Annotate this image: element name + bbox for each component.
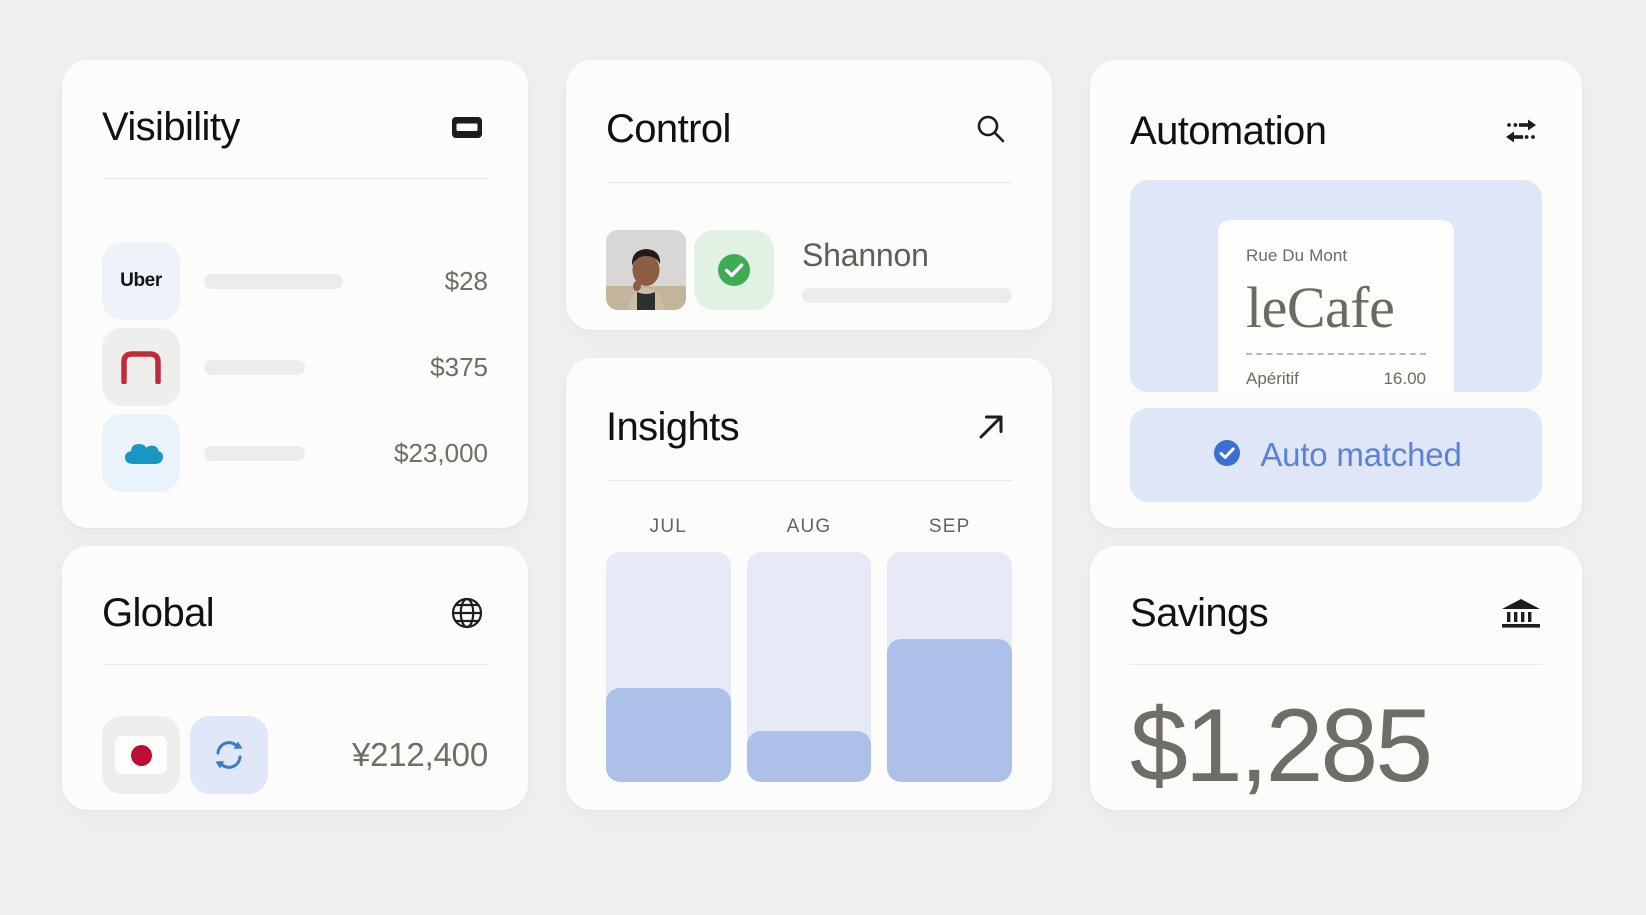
chart-bar-fill: [606, 687, 731, 782]
visibility-divider: [102, 178, 488, 179]
automation-card[interactable]: Automation Rue Du Mont leCafe Apéritif 1…: [1090, 60, 1582, 528]
receipt-street: Rue Du Mont: [1246, 246, 1348, 265]
global-card-header: Global: [102, 582, 488, 644]
receipt-line-item: Apéritif 16.00: [1246, 369, 1426, 389]
table-row[interactable]: Uber $28: [102, 238, 488, 324]
chart-bar-track: [746, 552, 872, 782]
japan-flag-dot: [130, 744, 152, 766]
chart-tick-label: AUG: [786, 516, 832, 537]
table-row[interactable]: $375: [102, 324, 488, 410]
control-divider: [606, 182, 1012, 183]
visibility-bar: [204, 359, 305, 375]
chart-tick-label: SEP: [928, 516, 971, 537]
chart-column-sep[interactable]: SEP: [887, 516, 1013, 782]
savings-title: Savings: [1130, 591, 1269, 635]
search-icon[interactable]: [970, 108, 1012, 150]
receipt-brand: leCafe: [1246, 275, 1395, 340]
chart-bar-fill: [887, 639, 1013, 782]
global-balance-row[interactable]: ¥212,400: [102, 716, 488, 794]
credit-card-icon[interactable]: [446, 106, 488, 148]
control-user-name: Shannon: [802, 237, 929, 273]
visibility-amount: $375: [430, 351, 488, 382]
visibility-amount: $23,000: [394, 437, 488, 468]
chart-column-jul[interactable]: JUL: [606, 516, 731, 782]
control-user-row[interactable]: Shannon: [606, 230, 1012, 310]
savings-amount: $1,285: [1130, 688, 1433, 804]
insights-card[interactable]: Insights JUL AUG SEP: [566, 358, 1052, 810]
swap-arrows-icon[interactable]: [1500, 110, 1542, 152]
insights-divider: [606, 480, 1012, 481]
visibility-bar-container: [180, 445, 394, 461]
visibility-bar-container: [180, 359, 430, 375]
savings-card-header: Savings: [1130, 582, 1542, 644]
control-card[interactable]: Control Shannon: [566, 60, 1052, 330]
avatar: [606, 230, 686, 310]
dashboard-root: Visibility Uber $28 $375 $23,000 Control…: [0, 0, 1646, 915]
control-user-text: Shannon: [774, 237, 1012, 303]
global-divider: [102, 664, 488, 665]
uber-logo: Uber: [102, 242, 180, 320]
receipt-divider: [1246, 352, 1426, 355]
global-amount: ¥212,400: [351, 736, 488, 773]
chart-bar-track: [606, 552, 731, 782]
visibility-title: Visibility: [102, 105, 240, 149]
bank-icon[interactable]: [1500, 592, 1542, 634]
savings-card[interactable]: Savings $1,285: [1090, 546, 1582, 810]
chart-bar-track: [887, 552, 1013, 782]
insights-bar-chart: JUL AUG SEP: [606, 516, 1013, 782]
receipt-paper: Rue Du Mont leCafe Apéritif 16.00: [1218, 220, 1454, 392]
insights-card-header: Insights: [606, 396, 1012, 458]
global-card[interactable]: Global ¥212,400: [62, 546, 528, 810]
savings-divider: [1130, 664, 1542, 665]
receipt-line-amount: 16.00: [1383, 368, 1426, 388]
chart-column-aug[interactable]: AUG: [746, 516, 872, 782]
chart-bar-fill: [746, 731, 872, 782]
control-detail-bar: [802, 288, 1012, 303]
global-title: Global: [102, 591, 215, 635]
control-card-header: Control: [606, 98, 1012, 160]
control-title: Control: [606, 107, 731, 151]
visibility-bar: [204, 445, 305, 461]
insights-title: Insights: [606, 405, 740, 449]
visibility-bar-container: [180, 273, 445, 289]
automation-card-header: Automation: [1130, 100, 1542, 162]
airbnb-arch-logo: [102, 328, 180, 406]
japan-flag-field: [115, 736, 167, 774]
check-circle-filled-icon: [1210, 436, 1244, 475]
auto-matched-badge[interactable]: Auto matched: [1130, 408, 1542, 502]
visibility-card[interactable]: Visibility Uber $28 $375 $23,000: [62, 60, 528, 528]
japan-flag-icon: [102, 716, 180, 794]
arrow-up-right-icon[interactable]: [970, 406, 1012, 448]
globe-icon[interactable]: [446, 592, 488, 634]
table-row[interactable]: $23,000: [102, 410, 488, 496]
auto-matched-label: Auto matched: [1260, 436, 1462, 473]
visibility-card-header: Visibility: [102, 96, 488, 158]
visibility-bar: [204, 273, 344, 289]
check-circle-icon: [694, 230, 774, 310]
visibility-row-list: Uber $28 $375 $23,000: [102, 238, 488, 496]
automation-title: Automation: [1130, 109, 1327, 153]
chart-tick-label: JUL: [649, 516, 688, 537]
visibility-amount: $28: [444, 265, 488, 296]
receipt-line-label: Apéritif: [1246, 368, 1299, 388]
salesforce-cloud-logo: [102, 414, 180, 492]
receipt-preview-panel[interactable]: Rue Du Mont leCafe Apéritif 16.00: [1130, 180, 1542, 392]
currency-exchange-icon[interactable]: [190, 716, 268, 794]
